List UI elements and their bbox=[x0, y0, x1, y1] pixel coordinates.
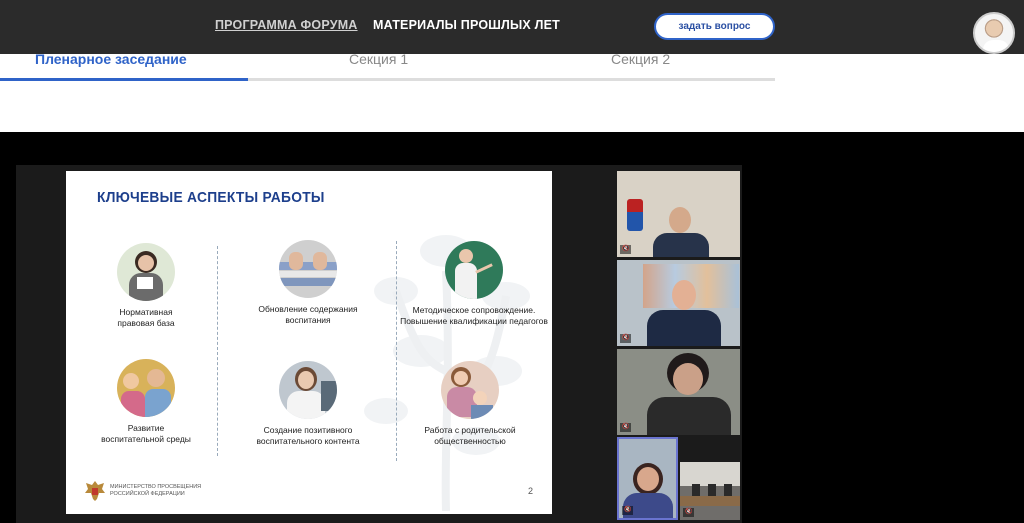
ministry-logo: МИНИСТЕРСТВО ПРОСВЕЩЕНИЯ РОССИЙСКОЙ ФЕДЕ… bbox=[84, 479, 220, 503]
eagle-emblem-icon bbox=[85, 481, 105, 501]
participant-tile[interactable]: 🔇 bbox=[680, 462, 740, 520]
participant-tile[interactable]: 🔇 bbox=[617, 171, 740, 257]
aspect-caption: Создание позитивного воспитательного кон… bbox=[256, 425, 360, 446]
mute-badge: 🔇 bbox=[620, 245, 632, 254]
participant-person bbox=[672, 280, 696, 310]
user-avatar[interactable] bbox=[973, 12, 1015, 54]
aspect-photo bbox=[117, 243, 175, 301]
aspect-educational-environment: Развитие воспитательной среды bbox=[71, 359, 221, 445]
aspect-methodical-support: Методическое сопровождение. Повышение кв… bbox=[399, 241, 549, 327]
meeting-room-wall bbox=[680, 462, 740, 486]
aspect-photo bbox=[445, 241, 503, 299]
aspect-legal-framework: Нормативная правовая база bbox=[71, 243, 221, 329]
participant-clothes bbox=[647, 397, 731, 435]
aspect-photo bbox=[279, 240, 337, 298]
participant-tile[interactable]: 🔇 bbox=[617, 349, 740, 435]
slide-title: КЛЮЧЕВЫЕ АСПЕКТЫ РАБОТЫ bbox=[97, 189, 325, 206]
aspect-caption: Работа с родительской общественностью bbox=[424, 425, 516, 446]
participant-person bbox=[724, 484, 732, 496]
mute-badge: 🔇 bbox=[622, 506, 634, 515]
participant-tile[interactable]: 🔇 bbox=[617, 260, 740, 346]
mute-badge: 🔇 bbox=[683, 508, 695, 517]
aspect-content-update: Обновление содержания воспитания bbox=[233, 240, 383, 326]
aspect-photo bbox=[279, 361, 337, 419]
ask-question-button[interactable]: задать вопрос bbox=[654, 13, 775, 40]
slide-page-number: 2 bbox=[528, 486, 534, 496]
participant-person bbox=[673, 363, 703, 395]
participant-person bbox=[708, 484, 716, 496]
wall-emblem-icon bbox=[627, 199, 643, 231]
session-tabs: Пленарное заседание Секция 1 Секция 2 bbox=[0, 51, 1024, 132]
aspect-photo bbox=[117, 359, 175, 417]
mute-badge: 🔇 bbox=[620, 334, 632, 343]
aspect-caption: Развитие воспитательной среды bbox=[101, 423, 191, 444]
mute-badge: 🔇 bbox=[620, 423, 632, 432]
participant-person bbox=[637, 467, 659, 491]
nav-forum-program[interactable]: ПРОГРАММА ФОРУМА bbox=[215, 18, 358, 32]
ministry-name: МИНИСТЕРСТВО ПРОСВЕЩЕНИЯ РОССИЙСКОЙ ФЕДЕ… bbox=[110, 484, 202, 497]
tab-section-1[interactable]: Секция 1 bbox=[349, 51, 408, 67]
aspect-caption: Методическое сопровождение. Повышение кв… bbox=[400, 305, 548, 326]
aspect-positive-content: Создание позитивного воспитательного кон… bbox=[233, 361, 383, 447]
aspect-caption: Нормативная правовая база bbox=[117, 307, 175, 328]
aspect-caption: Обновление содержания воспитания bbox=[258, 304, 358, 325]
participant-person bbox=[669, 207, 691, 233]
participant-suit bbox=[647, 310, 721, 346]
active-tab-indicator bbox=[0, 78, 248, 81]
aspect-photo bbox=[441, 361, 499, 419]
top-header: ПРОГРАММА ФОРУМА МАТЕРИАЛЫ ПРОШЛЫХ ЛЕТ з… bbox=[0, 0, 1024, 54]
presentation-slide: КЛЮЧЕВЫЕ АСПЕКТЫ РАБОТЫ Нормативная прав… bbox=[66, 171, 552, 514]
nav-past-materials[interactable]: МАТЕРИАЛЫ ПРОШЛЫХ ЛЕТ bbox=[373, 18, 560, 32]
tab-section-2[interactable]: Секция 2 bbox=[611, 51, 670, 67]
tab-plenary-session[interactable]: Пленарное заседание bbox=[35, 51, 187, 67]
participant-suit bbox=[653, 233, 709, 257]
participant-tile-active[interactable]: 🔇 bbox=[617, 437, 678, 520]
aspect-parent-community: Работа с родительской общественностью bbox=[395, 361, 545, 447]
participant-person bbox=[692, 484, 700, 496]
meeting-table bbox=[680, 496, 740, 506]
